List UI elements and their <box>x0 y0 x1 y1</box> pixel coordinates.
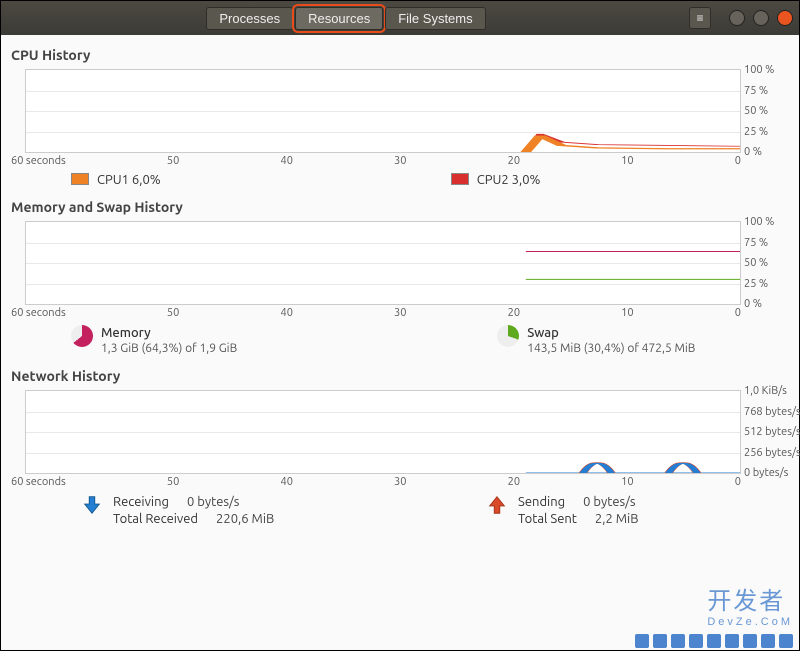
sending-legend-item[interactable]: Sending 0 bytes/s Total Sent 2,2 MiB <box>486 494 655 528</box>
total-received-label: Total Received <box>113 511 198 528</box>
memory-label: Memory <box>101 325 237 341</box>
cpu1-label: CPU1 6,0% <box>97 173 161 187</box>
tray-icon[interactable] <box>653 634 667 648</box>
cpu1-color-swatch <box>71 173 89 185</box>
tray-icon[interactable] <box>743 634 757 648</box>
cpu2-color-swatch <box>451 173 469 185</box>
swap-label: Swap <box>527 325 695 341</box>
tray-icon[interactable] <box>761 634 775 648</box>
memory-history-title: Memory and Swap History <box>11 193 789 221</box>
tab-processes[interactable]: Processes <box>206 7 293 30</box>
system-tray <box>635 634 793 648</box>
watermark: 开发者 DevZe.CoM <box>707 581 793 628</box>
tray-icon[interactable] <box>725 634 739 648</box>
tray-icon[interactable] <box>707 634 721 648</box>
network-history-graph: 1,0 KiB/s768 bytes/s512 bytes/s256 bytes… <box>25 390 741 474</box>
receiving-rate: 0 bytes/s <box>187 494 247 511</box>
memory-pie-icon <box>71 325 93 347</box>
network-history-title: Network History <box>11 362 789 390</box>
total-sent-value: 2,2 MiB <box>595 511 655 528</box>
memory-history-graph: 100 %75 %50 %25 %0 % <box>25 221 741 305</box>
swap-value: 143,5 MiB (30,4%) of 472,5 MiB <box>527 341 695 356</box>
download-arrow-icon <box>81 494 103 516</box>
sending-label: Sending <box>518 494 565 511</box>
window-minimize-button[interactable] <box>729 10 745 26</box>
memory-value: 1,3 GiB (64,3%) of 1,9 GiB <box>101 341 237 356</box>
tray-icon[interactable] <box>779 634 793 648</box>
cpu-legend: CPU1 6,0% CPU2 3,0% <box>11 171 789 193</box>
swap-legend-item[interactable]: Swap 143,5 MiB (30,4%) of 472,5 MiB <box>497 325 695 356</box>
receiving-legend-item[interactable]: Receiving 0 bytes/s Total Received 220,6 M… <box>81 494 276 528</box>
memory-y-axis-labels: 100 %75 %50 %25 %0 % <box>744 216 800 310</box>
cpu2-legend-item[interactable]: CPU2 3,0% <box>451 173 541 187</box>
network-legend: Receiving 0 bytes/s Total Received 220,6 M… <box>11 492 789 528</box>
cpu-y-axis-labels: 100 % 75 % 50 % 25 % 0 % <box>744 64 800 158</box>
memory-legend: Memory 1,3 GiB (64,3%) of 1,9 GiB Swap 1… <box>11 323 789 362</box>
tray-icon[interactable] <box>671 634 685 648</box>
tray-icon[interactable] <box>689 634 703 648</box>
memory-legend-item[interactable]: Memory 1,3 GiB (64,3%) of 1,9 GiB <box>71 325 237 356</box>
receiving-label: Receiving <box>113 494 169 511</box>
memory-x-axis-labels: 60 seconds50403020100 <box>11 307 741 319</box>
content-area: CPU History 100 % 75 % 50 % 25 % 0 % 60 … <box>1 35 799 528</box>
total-sent-label: Total Sent <box>518 511 577 528</box>
sending-rate: 0 bytes/s <box>583 494 643 511</box>
titlebar: Processes Resources File Systems ≡ <box>1 1 799 35</box>
window-close-button[interactable] <box>777 10 793 26</box>
swap-pie-icon <box>497 325 519 347</box>
cpu2-label: CPU2 3,0% <box>477 173 541 187</box>
tray-icon[interactable] <box>635 634 649 648</box>
window-maximize-button[interactable] <box>753 10 769 26</box>
cpu-history-graph: 100 % 75 % 50 % 25 % 0 % <box>25 69 741 153</box>
cpu-history-title: CPU History <box>11 41 789 69</box>
cpu1-legend-item[interactable]: CPU1 6,0% <box>71 173 161 187</box>
view-tabs: Processes Resources File Systems <box>206 7 485 30</box>
upload-arrow-icon <box>486 494 508 516</box>
tab-resources[interactable]: Resources <box>295 7 383 30</box>
network-y-axis-labels: 1,0 KiB/s768 bytes/s512 bytes/s256 bytes… <box>744 385 800 479</box>
hamburger-menu-button[interactable]: ≡ <box>689 7 711 29</box>
cpu-x-axis-labels: 60 seconds50403020100 <box>11 155 741 167</box>
total-received-value: 220,6 MiB <box>216 511 276 528</box>
tab-filesystems[interactable]: File Systems <box>385 7 485 30</box>
network-x-axis-labels: 60 seconds50403020100 <box>11 476 741 488</box>
